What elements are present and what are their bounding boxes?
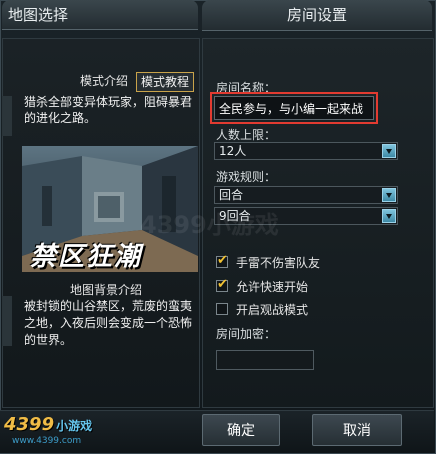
rule-type-select[interactable]: 回合 xyxy=(214,186,398,204)
background-title: 地图背景介绍 xyxy=(70,283,143,297)
4399-logo: 4399 小游戏 xyxy=(4,414,93,435)
checkbox-grenade-friendly[interactable] xyxy=(216,253,228,268)
scrollbar-top[interactable] xyxy=(2,96,12,136)
logo-url: www.4399.com xyxy=(12,436,82,446)
tab-mode-tutorial[interactable]: 模式教程 xyxy=(136,72,195,92)
max-players-select[interactable]: 12人 xyxy=(214,142,398,160)
highlight-outline xyxy=(210,92,378,124)
checkbox-quick-start[interactable] xyxy=(216,277,228,292)
tab-mode-intro[interactable]: 模式介绍 xyxy=(76,72,132,90)
mode-description: 猎杀全部变异体玩家，阻碍暴君的进化之路。 xyxy=(24,95,193,125)
room-settings-header: 房间设置 xyxy=(202,0,432,31)
option-label: 允许快速开始 xyxy=(236,279,309,294)
max-players-label: 人数上限： xyxy=(216,128,277,142)
rule-type-value: 回合 xyxy=(219,188,244,202)
option-label: 开启观战模式 xyxy=(236,302,309,317)
chevron-down-icon[interactable] xyxy=(382,188,396,202)
mode-tabs: 模式介绍 模式教程 xyxy=(76,72,195,92)
map-select-header: 地图选择 xyxy=(2,0,198,30)
game-rules-label: 游戏规则： xyxy=(216,170,277,184)
cancel-button[interactable]: 取消 xyxy=(312,414,402,446)
chevron-down-icon[interactable] xyxy=(382,144,396,158)
max-players-value: 12人 xyxy=(219,144,247,158)
map-name-logo: 禁区狂潮 xyxy=(30,242,143,272)
checkbox-spectator-mode[interactable] xyxy=(216,303,228,315)
scrollbar-bottom[interactable] xyxy=(2,296,12,346)
option-grenade-friendly[interactable]: 手雷不伤害队友 xyxy=(216,253,321,270)
option-label: 手雷不伤害队友 xyxy=(236,255,321,270)
confirm-button[interactable]: 确定 xyxy=(202,414,280,446)
option-quick-start[interactable]: 允许快速开始 xyxy=(216,277,309,294)
password-input[interactable] xyxy=(216,350,314,370)
option-spectator-mode[interactable]: 开启观战模式 xyxy=(216,301,308,317)
chevron-down-icon[interactable] xyxy=(382,209,396,223)
watermark: 4399小游戏 xyxy=(140,211,279,239)
background-description: 被封锁的山谷禁区，荒废的蛮夷之地，入夜后则会变成一个恐怖的世界。 xyxy=(24,299,193,347)
password-label: 房间加密： xyxy=(216,327,277,341)
